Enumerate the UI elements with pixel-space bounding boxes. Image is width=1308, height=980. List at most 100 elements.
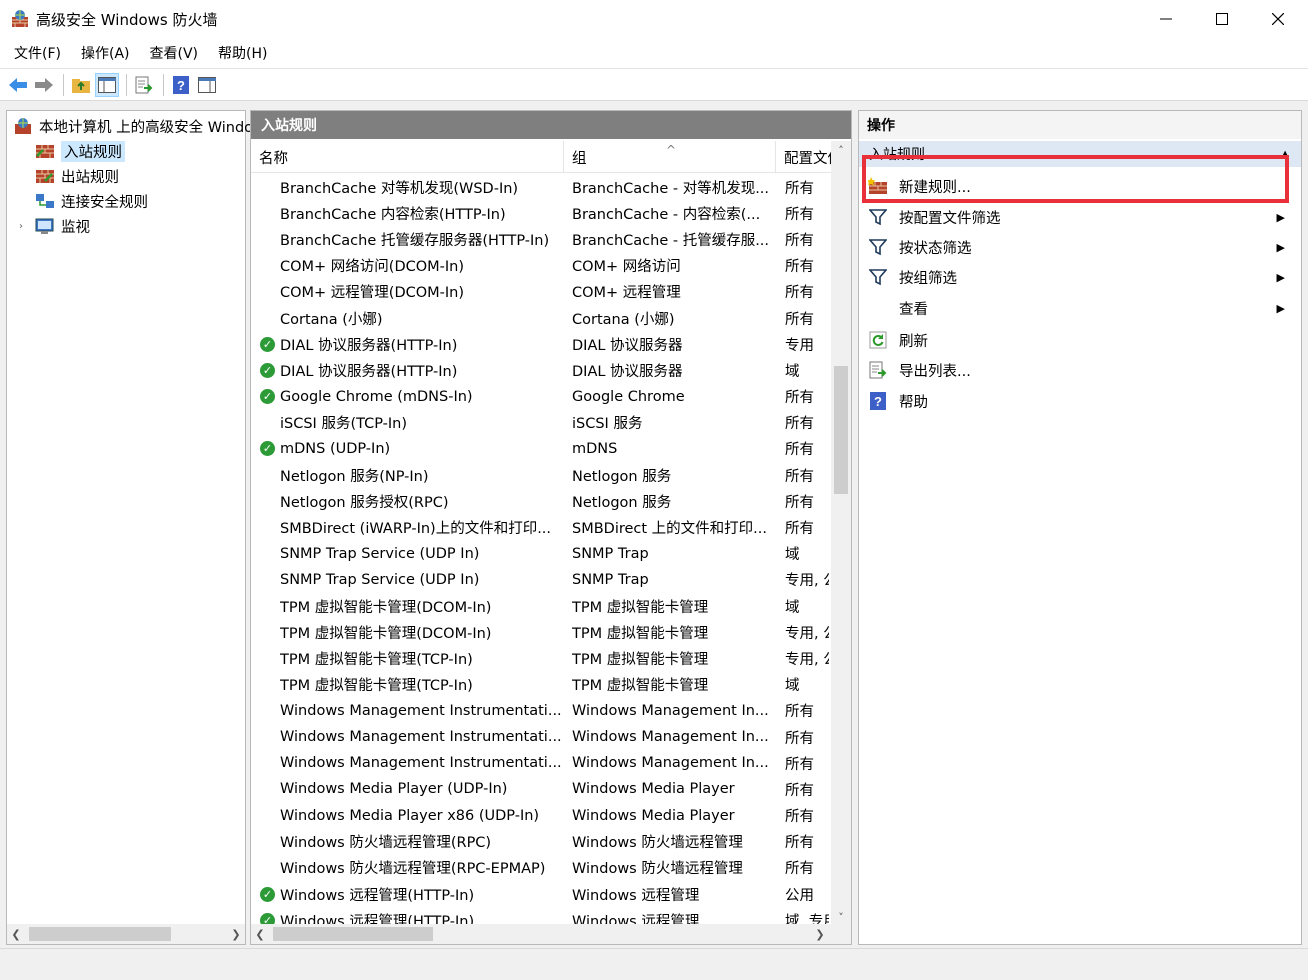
table-row[interactable]: iSCSI 服务(TCP-In) iSCSI 服务 所有 (251, 410, 831, 436)
rule-profile-cell: 域 (785, 678, 800, 695)
action-item[interactable]: 按组筛选 ▶ (859, 262, 1299, 292)
table-row[interactable]: Windows 防火墙远程管理(RPC-EPMAP) Windows 防火墙远程管… (251, 855, 831, 881)
table-row[interactable]: Netlogon 服务(NP-In) Netlogon 服务 所有 (251, 462, 831, 488)
scroll-up-icon[interactable]: ˄ (831, 141, 851, 159)
table-row[interactable]: ✓ DIAL 协议服务器(HTTP-In) DIAL 协议服务器 域 (251, 357, 831, 383)
table-row[interactable]: ✓ Windows 远程管理(HTTP-In) Windows 远程管理 公用 (251, 881, 831, 907)
minimize-button[interactable] (1138, 0, 1194, 38)
forward-button[interactable] (32, 73, 56, 97)
close-icon (1272, 13, 1284, 25)
tree-item-label: 出站规则 (61, 169, 119, 186)
tree-root[interactable]: 本地计算机 上的高级安全 Windows (13, 114, 272, 138)
tree-item-monitoring[interactable]: › 监视 (19, 214, 90, 238)
table-row[interactable]: COM+ 网络访问(DCOM-In) COM+ 网络访问 所有 (251, 253, 831, 279)
table-row[interactable]: BranchCache 托管缓存服务器(HTTP-In) BranchCache … (251, 226, 831, 252)
table-row[interactable]: Windows Media Player x86 (UDP-In) Windows… (251, 803, 831, 829)
table-row[interactable]: BranchCache 对等机发现(WSD-In) BranchCache - 对… (251, 174, 831, 200)
scroll-right-icon[interactable]: ❯ (811, 924, 829, 944)
column-header-name[interactable]: 名称 (251, 141, 564, 173)
table-row[interactable]: SMBDirect (iWARP-In)上的文件和打印... SMBDirect … (251, 514, 831, 540)
action-item[interactable]: 按状态筛选 ▶ (859, 232, 1299, 262)
help-button[interactable]: ? (169, 73, 193, 97)
table-row[interactable]: SNMP Trap Service (UDP In) SNMP Trap 域 (251, 541, 831, 567)
action-item[interactable]: 导出列表... (859, 355, 1299, 385)
menu-view[interactable]: 查看(V) (140, 43, 209, 63)
table-row[interactable]: ✓ Google Chrome (mDNS-In) Google Chrome 所有 (251, 384, 831, 410)
filter-icon (867, 207, 889, 227)
table-row[interactable]: Windows Management Instrumentati... Windo… (251, 724, 831, 750)
table-row[interactable]: Windows Management Instrumentati... Windo… (251, 698, 831, 724)
back-button[interactable] (6, 73, 30, 97)
table-row[interactable]: Windows Management Instrumentati... Windo… (251, 750, 831, 776)
filter-icon (867, 267, 889, 287)
table-row[interactable]: Cortana (小娜) Cortana (小娜) 所有 (251, 305, 831, 331)
filter-icon (867, 237, 889, 257)
action-item[interactable]: 新建规则... (859, 171, 1299, 201)
rule-name-cell: SMBDirect (iWARP-In)上的文件和打印... (280, 521, 552, 538)
action-item[interactable]: 查看 ▶ (859, 293, 1299, 323)
rule-name-cell: Windows Media Player (UDP-In) (280, 781, 508, 798)
tree-item-inbound-rules[interactable]: 入站规则 (35, 139, 125, 163)
tree-item-connection-security-rules[interactable]: 连接安全规则 (35, 189, 148, 213)
title-bar: 高级安全 Windows 防火墙 (0, 0, 1308, 38)
collapse-arrow-icon[interactable]: ▲ (1281, 149, 1289, 160)
status-bar (0, 948, 1308, 980)
scroll-thumb[interactable] (29, 927, 171, 941)
toolbar: ? (0, 68, 1308, 101)
rule-profile-cell: 专用, 公 (785, 573, 829, 590)
table-row[interactable]: TPM 虚拟智能卡管理(TCP-In) TPM 虚拟智能卡管理 专用, 公 (251, 645, 831, 671)
rules-horizontal-scrollbar[interactable]: ❮ ❯ (251, 924, 851, 944)
table-row[interactable]: Netlogon 服务授权(RPC) Netlogon 服务 所有 (251, 488, 831, 514)
table-row[interactable]: ✓ mDNS (UDP-In) mDNS 所有 (251, 436, 831, 462)
help-icon: ? (173, 75, 189, 94)
close-button[interactable] (1250, 0, 1306, 38)
menu-help[interactable]: 帮助(H) (208, 43, 277, 63)
table-row[interactable]: TPM 虚拟智能卡管理(TCP-In) TPM 虚拟智能卡管理 域 (251, 672, 831, 698)
rule-profile-cell: 公用 (785, 887, 814, 904)
column-header-profile[interactable]: 配置文件 (776, 141, 831, 173)
rules-table-body: BranchCache 对等机发现(WSD-In) BranchCache - 对… (251, 174, 831, 933)
up-one-level-button[interactable] (69, 73, 93, 97)
show-hide-action-pane-button[interactable] (195, 73, 219, 97)
table-row[interactable]: SNMP Trap Service (UDP In) SNMP Trap 专用, 公 (251, 567, 831, 593)
tree-root-label: 本地计算机 上的高级安全 Windows (39, 119, 273, 136)
rule-profile-cell: 专用, 公 (785, 651, 829, 668)
actions-section-inbound-rules[interactable]: 入站规则 ▲ (859, 141, 1301, 167)
table-row[interactable]: TPM 虚拟智能卡管理(DCOM-In) TPM 虚拟智能卡管理 专用, 公 (251, 619, 831, 645)
back-arrow-icon (9, 77, 27, 92)
export-list-button[interactable] (132, 73, 156, 97)
expand-chevron-icon[interactable]: › (19, 221, 29, 232)
menu-action[interactable]: 操作(A) (71, 43, 140, 63)
firewall-root-icon (15, 118, 31, 134)
table-row[interactable]: Windows Media Player (UDP-In) Windows Med… (251, 776, 831, 802)
maximize-button[interactable] (1194, 0, 1250, 38)
table-row[interactable]: TPM 虚拟智能卡管理(DCOM-In) TPM 虚拟智能卡管理 域 (251, 593, 831, 619)
scroll-left-icon[interactable]: ❮ (7, 924, 25, 944)
table-row[interactable]: ✓ DIAL 协议服务器(HTTP-In) DIAL 协议服务器 专用 (251, 331, 831, 357)
rule-name-cell: BranchCache 内容检索(HTTP-In) (280, 206, 506, 223)
outbound-rules-icon (36, 170, 54, 183)
rules-list-pane: 入站规则 名称 组 ^ 配置文件 BranchCache 对等机发现(WSD-I… (250, 110, 852, 945)
enabled-check-icon: ✓ (260, 362, 275, 378)
action-label: 按配置文件筛选 (899, 210, 1001, 227)
scroll-thumb[interactable] (273, 927, 433, 941)
scroll-left-icon[interactable]: ❮ (251, 924, 269, 944)
tree-item-outbound-rules[interactable]: 出站规则 (35, 164, 119, 188)
scroll-right-icon[interactable]: ❯ (227, 924, 245, 944)
rule-group-cell: Netlogon 服务 (572, 468, 672, 485)
action-item[interactable]: 刷新 (859, 325, 1299, 355)
scroll-thumb[interactable] (834, 366, 848, 494)
rules-vertical-scrollbar[interactable]: ˄ ˅ (831, 141, 851, 926)
toolbar-separator (63, 73, 64, 96)
tree-horizontal-scrollbar[interactable]: ❮ ❯ (7, 924, 245, 944)
enabled-check-icon: ✓ (260, 441, 275, 457)
action-item[interactable]: ? 帮助 (859, 386, 1299, 416)
action-item[interactable]: 按配置文件筛选 ▶ (859, 202, 1299, 232)
table-row[interactable]: Windows 防火墙远程管理(RPC) Windows 防火墙远程管理 所有 (251, 829, 831, 855)
menu-file[interactable]: 文件(F) (4, 43, 71, 63)
rule-profile-cell: 所有 (785, 730, 814, 747)
table-row[interactable]: COM+ 远程管理(DCOM-In) COM+ 远程管理 所有 (251, 279, 831, 305)
new-rule-icon (867, 176, 889, 196)
show-hide-console-tree-button[interactable] (95, 72, 119, 97)
table-row[interactable]: BranchCache 内容检索(HTTP-In) BranchCache - 内… (251, 200, 831, 226)
